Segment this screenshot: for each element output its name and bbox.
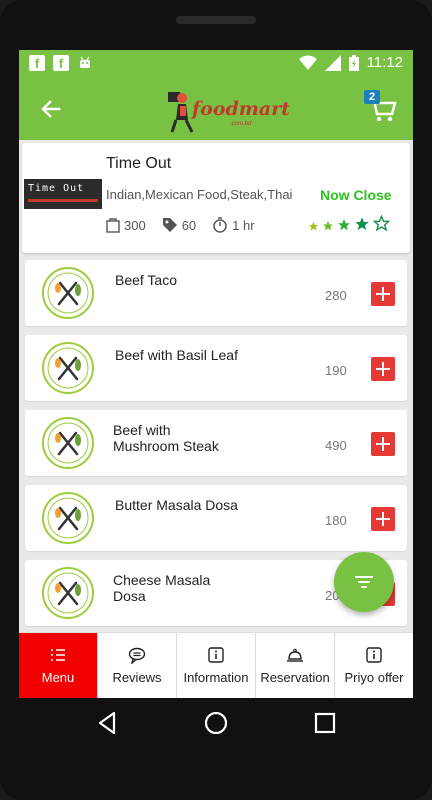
nav-back-icon[interactable]: [95, 710, 121, 736]
logo-text: foodmart: [192, 98, 291, 120]
item-price: 190: [325, 363, 347, 378]
star-outline-icon: [373, 215, 390, 232]
screen: f f 11:12 foodmart .com.bd 2 Time Out Ti…: [19, 50, 413, 698]
item-name: Beef with Mushroom Steak: [113, 422, 219, 454]
add-button[interactable]: [371, 282, 395, 306]
phone-frame: f f 11:12 foodmart .com.bd 2 Time Out Ti…: [0, 0, 432, 800]
system-nav-bar: [0, 698, 432, 748]
foodmart-logo: foodmart .com.bd: [164, 86, 290, 134]
min-order: 300: [124, 217, 146, 233]
tab-label: Information: [183, 670, 249, 685]
item-price: 280: [325, 288, 347, 303]
facebook-icon: f: [53, 55, 69, 71]
cart-button[interactable]: 2: [364, 90, 398, 124]
tab-information[interactable]: Information: [177, 633, 256, 698]
chat-icon: [128, 647, 146, 664]
nav-home-icon[interactable]: [203, 710, 229, 736]
tab-menu[interactable]: Menu: [19, 633, 98, 698]
plate-icon: [42, 567, 94, 619]
item-name: Beef with Basil Leaf: [115, 347, 238, 363]
add-button[interactable]: [371, 357, 395, 381]
earpiece: [176, 16, 256, 24]
plate-icon: [42, 492, 94, 544]
tab-label: Reviews: [112, 670, 162, 685]
rating-stars: [308, 215, 390, 232]
tab-label: Reservation: [260, 670, 330, 685]
restaurant-card[interactable]: Time Out Time Out Indian,Mexican Food,St…: [22, 143, 410, 253]
cloche-icon: [287, 648, 303, 662]
item-name: Beef Taco: [115, 272, 178, 288]
status-bar: f f 11:12: [19, 50, 413, 78]
item-name: Cheese Masala Dosa: [113, 572, 211, 604]
tab-reviews[interactable]: Reviews: [98, 633, 177, 698]
price-tag-icon: [162, 218, 177, 232]
menu-item[interactable]: Beef with Mushroom Steak 490: [25, 410, 407, 476]
tab-label: Priyo offer: [344, 670, 404, 685]
menu-item[interactable]: Butter Masala Dosa 180: [25, 485, 407, 551]
restaurant-name: Time Out: [106, 155, 172, 172]
filter-button[interactable]: [334, 552, 394, 612]
restaurant-meta: 300 60 1 hr: [106, 217, 271, 233]
nav-recents-icon[interactable]: [312, 710, 338, 736]
tab-reservation[interactable]: Reservation: [256, 633, 335, 698]
clock: 11:12: [366, 54, 403, 71]
plate-icon: [42, 267, 94, 319]
star-icon: [323, 221, 333, 231]
facebook-icon: f: [29, 55, 45, 71]
delivery-time: 1 hr: [232, 217, 255, 233]
wifi-icon: [298, 55, 317, 70]
tab-label: Menu: [41, 670, 75, 685]
info-icon: [366, 647, 382, 663]
battery-icon: [348, 54, 359, 71]
star-icon: [355, 217, 369, 230]
item-name: Butter Masala Dosa: [115, 497, 238, 513]
plate-icon: [42, 417, 94, 469]
bottom-tab-bar: Menu Reviews Information Reservation Pri…: [19, 632, 413, 698]
filter-icon: [355, 576, 373, 588]
menu-item[interactable]: Beef with Basil Leaf 190: [25, 335, 407, 401]
add-button[interactable]: [371, 432, 395, 456]
android-icon: [80, 56, 90, 68]
plate-icon: [42, 342, 94, 394]
status-badge: Now Close: [320, 187, 392, 203]
cart-count-badge: 2: [364, 90, 380, 104]
star-icon: [338, 219, 350, 231]
tab-priyo-offer[interactable]: Priyo offer: [335, 633, 413, 698]
restaurant-cuisine: Indian,Mexican Food,Steak,Thai: [106, 187, 293, 202]
shopping-bag-icon: [106, 218, 120, 233]
item-price: 180: [325, 513, 347, 528]
star-icon: [308, 221, 319, 231]
info-icon: [208, 647, 224, 663]
logo-subtext: .com.bd: [230, 121, 252, 127]
menu-item[interactable]: Beef Taco 280: [25, 260, 407, 326]
app-bar: foodmart .com.bd 2: [19, 78, 413, 140]
item-price: 490: [325, 438, 347, 453]
stopwatch-icon: [213, 217, 227, 233]
delivery-fee: 60: [181, 217, 197, 233]
back-arrow-icon[interactable]: [37, 95, 65, 123]
list-icon: [51, 649, 65, 661]
add-button[interactable]: [371, 507, 395, 531]
signal-icon: [324, 54, 341, 71]
restaurant-logo: Time Out: [24, 155, 102, 237]
